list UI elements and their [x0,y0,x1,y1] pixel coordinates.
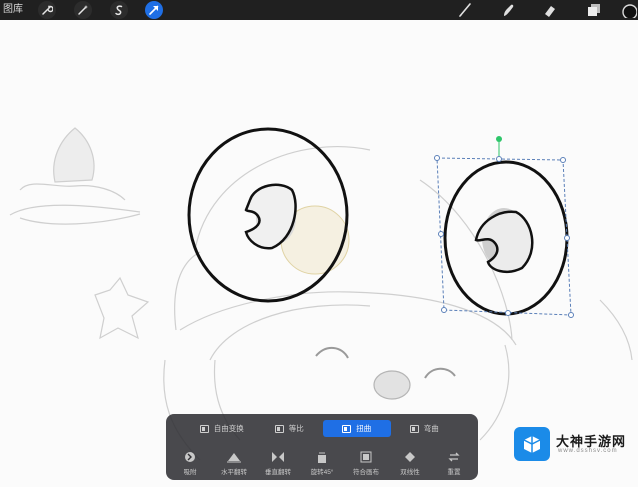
reset-icon [448,450,460,464]
corner-handle[interactable] [568,312,574,318]
smudge-icon [500,2,516,18]
interpolation-icon [404,450,416,464]
brush-icon [457,2,473,18]
transform-arrow-icon [148,4,160,16]
edge-handle[interactable] [505,310,511,316]
top-toolbar: 图库 [0,0,638,20]
freeform-icon [199,424,209,433]
transform-mode-tabs: 自由变换 等比 扭曲 弯曲 [188,420,458,437]
mode-uniform[interactable]: 等比 [256,420,324,437]
watermark-logo-icon [514,427,550,461]
layers-icon [586,2,602,18]
magic-wand-icon [77,4,89,16]
corner-handle[interactable] [441,307,447,313]
edge-handle[interactable] [438,231,444,237]
edge-handle[interactable] [496,156,502,162]
edge-handle[interactable] [564,235,570,241]
rotate-45-icon [316,450,328,464]
distort-icon [342,424,352,433]
mode-freeform[interactable]: 自由变换 [188,420,256,437]
wrench-icon [41,4,53,16]
selection-s-icon [113,4,125,16]
fit-canvas-icon [360,450,372,464]
reset-button[interactable]: 重置 [436,450,472,478]
flip-vertical-button[interactable]: 垂直翻转 [260,450,296,478]
background-sketch [9,127,633,461]
transform-button[interactable] [145,1,163,19]
rotation-handle[interactable] [496,136,502,142]
uniform-icon [274,424,284,433]
mode-distort[interactable]: 扭曲 [323,420,391,437]
flip-horizontal-button[interactable]: 水平翻转 [216,450,252,478]
corner-handle[interactable] [560,157,566,163]
color-swatch-icon [621,2,637,18]
selection-button[interactable] [110,1,128,19]
color-button[interactable] [618,0,638,20]
warp-icon [409,424,419,433]
actions-button[interactable] [38,1,56,19]
flip-vertical-icon [271,450,285,464]
eraser-button[interactable] [539,0,561,20]
layers-button[interactable] [583,0,605,20]
brush-button[interactable] [454,0,476,20]
interpolation-button[interactable]: 双线性 [392,450,428,478]
watermark: 大神手游网 www.dsshsv.com [512,425,636,463]
watermark-url: www.dsshsv.com [558,448,618,454]
eraser-icon [542,2,558,18]
mode-warp[interactable]: 弯曲 [391,420,459,437]
adjustments-button[interactable] [74,1,92,19]
snapping-button[interactable]: 吸附 [172,450,208,478]
transform-actions: 吸附 水平翻转 垂直翻转 旋转45° 符合画布 双线性 重置 [172,450,472,478]
flip-horizontal-icon [227,450,241,464]
gallery-button[interactable]: 图库 [3,3,23,16]
fit-to-canvas-button[interactable]: 符合画布 [348,450,384,478]
magnet-icon [184,450,196,464]
smudge-button[interactable] [497,0,519,20]
corner-handle[interactable] [434,155,440,161]
transform-panel: 自由变换 等比 扭曲 弯曲 吸附 水平翻转 垂直翻转 旋转45° 符合画布 双线… [166,414,478,480]
procreate-app: 图库 自由变换 等比 扭曲 弯曲 吸附 水平翻转 垂直翻转 旋转45° 符合画布… [0,0,638,487]
right-eye-drawing[interactable] [443,160,569,316]
rotate-45-button[interactable]: 旋转45° [304,450,340,478]
